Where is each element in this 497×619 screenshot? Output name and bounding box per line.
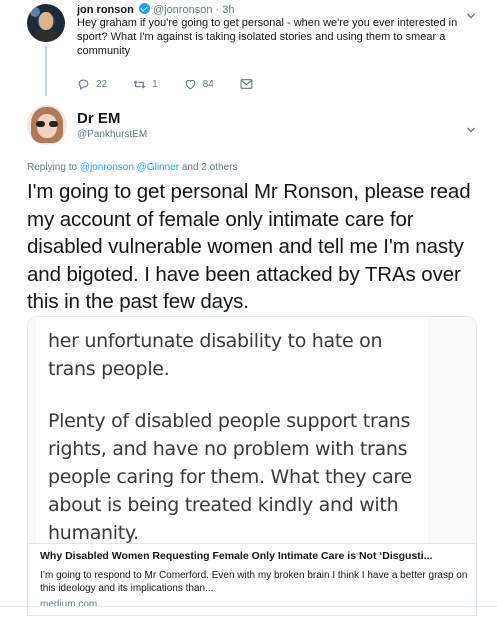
tweet-menu-button[interactable]	[466, 8, 476, 19]
verified-icon	[138, 3, 150, 14]
heart-icon	[185, 79, 196, 89]
image-paragraph: Plenty of disabled people support trans …	[48, 410, 412, 543]
tweet-text: I'm going to get personal Mr Ronson, ple…	[27, 180, 471, 313]
like-count: 84	[202, 78, 214, 90]
divider	[28, 543, 476, 544]
tweet-header: jon ronson @jonronson · 3h	[77, 3, 234, 17]
thread-connector	[45, 46, 47, 96]
avatar[interactable]	[27, 105, 67, 145]
retweet-icon	[133, 79, 146, 89]
reply-icon	[78, 79, 89, 90]
direct-message-button[interactable]	[240, 78, 259, 90]
card-image-text: her unfortunate disability to hate on tr…	[48, 327, 428, 543]
author-handle[interactable]: @PankhurstEM	[77, 129, 147, 140]
author-name[interactable]: Dr EM	[77, 110, 120, 127]
tweet-menu-button[interactable]	[466, 122, 476, 133]
replying-to: Replying to @jonronson @Glinner and 2 ot…	[27, 162, 237, 173]
replying-others[interactable]: and 2 others	[182, 162, 238, 173]
tweet-text: Hey graham if you're going to get person…	[77, 17, 458, 57]
retweet-count: 1	[152, 78, 158, 90]
tweet-time-value[interactable]: 3h	[222, 4, 234, 16]
card-image[interactable]: her unfortunate disability to hate on tr…	[28, 317, 476, 543]
mail-icon	[240, 79, 253, 89]
reply-count: 22	[96, 78, 108, 90]
card-title[interactable]: Why Disabled Women Requesting Female Onl…	[40, 550, 470, 562]
tweet-actions: 22 1 84	[77, 76, 285, 92]
reply-button[interactable]: 22	[77, 78, 107, 91]
divider	[0, 606, 497, 607]
chevron-down-icon	[467, 13, 475, 19]
replying-prefix: Replying to	[27, 162, 78, 173]
mention-link[interactable]: @Glinner	[137, 162, 179, 173]
card-domain: medium.com	[40, 599, 98, 610]
chevron-down-icon	[467, 127, 475, 133]
retweet-button[interactable]: 1	[133, 78, 158, 91]
link-card[interactable]: her unfortunate disability to hate on tr…	[27, 316, 477, 616]
author-handle[interactable]: @jonronson	[153, 4, 212, 16]
avatar[interactable]	[27, 4, 65, 42]
image-paragraph: her unfortunate disability to hate on tr…	[48, 330, 383, 380]
card-description: I’m going to respond to Mr Comerford. Ev…	[40, 570, 468, 594]
mention-link[interactable]: @jonronson	[80, 162, 134, 173]
author-name[interactable]: jon ronson	[77, 4, 134, 16]
parent-tweet[interactable]: jon ronson @jonronson · 3h Hey graham if…	[0, 0, 497, 100]
tweet-time[interactable]: · 3h	[216, 4, 235, 16]
like-button[interactable]: 84	[184, 78, 214, 91]
